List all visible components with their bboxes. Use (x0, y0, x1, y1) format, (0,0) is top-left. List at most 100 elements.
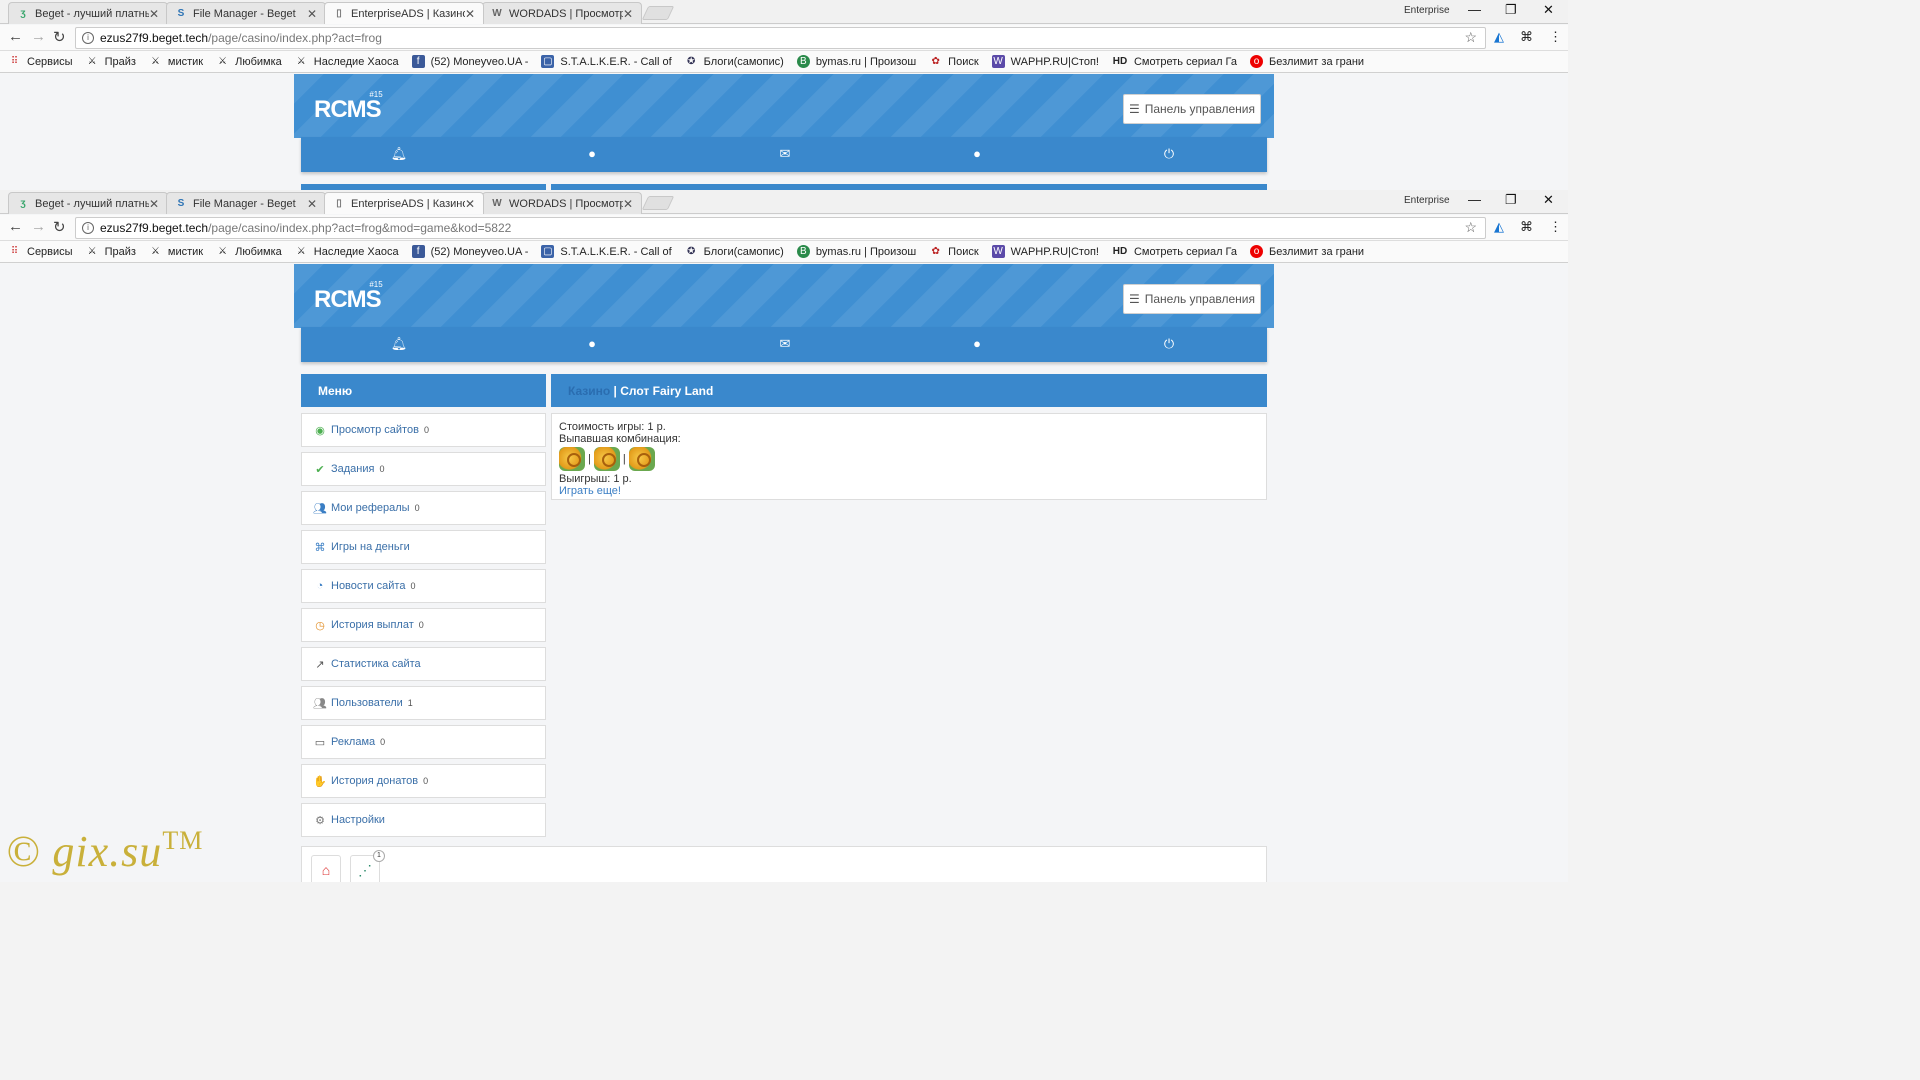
bookmark-item[interactable]: HD Смотреть сериал Га (1112, 245, 1237, 258)
bookmark-item[interactable]: ⚔ мистик (149, 245, 203, 258)
gamepad-ext-icon[interactable]: ⌘ (1520, 219, 1533, 235)
forward-icon[interactable]: → (31, 28, 46, 45)
bookmark-item[interactable]: o Безлимит за грани (1250, 245, 1364, 258)
bookmark-item[interactable]: ⚔ Любимка (216, 55, 282, 68)
menu-item-news[interactable]: ◔ Новости сайта 0 (301, 569, 546, 603)
close-window-icon[interactable]: ✕ (1543, 192, 1554, 208)
bookmark-item[interactable]: ▢ S.T.A.L.K.E.R. - Call of (541, 245, 672, 258)
info-icon[interactable]: i (82, 222, 94, 234)
reload-icon[interactable]: ↻ (53, 218, 66, 236)
menu-item-view-sites[interactable]: ◉ Просмотр сайтов 0 (301, 413, 546, 447)
gamepad-ext-icon[interactable]: ⌘ (1520, 29, 1533, 45)
bookmark-star-icon[interactable]: ☆ (1464, 219, 1477, 236)
menu-item-referrals[interactable]: 👥︎ Мои рефералы 0 (301, 491, 546, 525)
close-icon[interactable]: ✕ (149, 197, 159, 211)
swords-icon: ⚔ (218, 246, 228, 257)
power-icon[interactable]: ⏻ (1159, 146, 1179, 162)
control-panel-button[interactable]: ☰ Панель управления (1123, 94, 1261, 124)
close-icon[interactable]: ✕ (149, 7, 159, 21)
new-tab-button[interactable] (641, 6, 675, 20)
new-tab-button[interactable] (641, 196, 675, 210)
close-icon[interactable]: ✕ (623, 197, 633, 211)
bookmark-item[interactable]: ✿ Поиск (929, 245, 978, 258)
bell-icon[interactable]: 🔔︎ (389, 336, 409, 352)
reload-icon[interactable]: ↻ (53, 28, 66, 46)
breadcrumb-casino[interactable]: Казино (568, 384, 610, 398)
bookmark-item[interactable]: o Безлимит за грани (1250, 55, 1364, 68)
menu-dots-icon[interactable]: ⋮ (1549, 219, 1562, 235)
bookmark-item[interactable]: ✿ Поиск (929, 55, 978, 68)
bookmark-item[interactable]: ⚔ Наследие Хаоса (295, 245, 399, 258)
extension-icon[interactable]: ◭ (1494, 219, 1504, 235)
restore-icon[interactable]: ❐ (1505, 192, 1517, 208)
close-icon[interactable]: ✕ (465, 197, 475, 211)
bookmark-item[interactable]: ⚔ мистик (149, 55, 203, 68)
back-icon[interactable]: ← (8, 28, 23, 45)
site-logo[interactable]: RCMS #15 (314, 90, 383, 124)
menu-item-ads[interactable]: ▭ Реклама 0 (301, 725, 546, 759)
browser-window-top: ʒ Beget - лучший платный ✕ S File Manager -… (0, 0, 1568, 190)
site-logo[interactable]: RCMS #15 (314, 280, 383, 314)
bookmark-item[interactable]: ▢ S.T.A.L.K.E.R. - Call of (541, 55, 672, 68)
address-bar[interactable]: i ezus27f9.beget.tech/page/casino/index.… (75, 217, 1486, 239)
control-panel-button[interactable]: ☰ Панель управления (1123, 284, 1261, 314)
restore-icon[interactable]: ❐ (1505, 2, 1517, 18)
menu-item-stats[interactable]: ↗ Статистика сайта (301, 647, 546, 681)
hd-icon: HD (1112, 246, 1128, 257)
bookmark-item[interactable]: HD Смотреть сериал Га (1112, 55, 1237, 68)
menu-item-payouts[interactable]: ◷ История выплат 0 (301, 608, 546, 642)
minimize-icon[interactable]: — (1468, 2, 1481, 17)
chat-icon[interactable]: ● (967, 336, 987, 351)
bookmark-item[interactable]: f (52) Moneyveo.UA - (411, 245, 528, 258)
tab-file-manager[interactable]: S File Manager - Beget ✕ (166, 2, 326, 24)
tab-beget[interactable]: ʒ Beget - лучший платный ✕ (8, 2, 168, 24)
bookmark-item[interactable]: ⚔ Прайз (86, 55, 136, 68)
back-icon[interactable]: ← (8, 218, 23, 235)
user-icon[interactable]: ● (582, 336, 602, 351)
user-icon[interactable]: ● (582, 146, 602, 161)
bookmark-item[interactable]: ⚔ Прайз (86, 245, 136, 258)
play-again-link[interactable]: Играть еще! (559, 485, 621, 497)
tab-wordads[interactable]: W WORDADS | Просмотр т ✕ (482, 192, 642, 214)
tab-beget[interactable]: ʒ Beget - лучший платный ✕ (8, 192, 168, 214)
bookmark-item[interactable]: Bbymas.ru | Произош (796, 245, 916, 258)
bookmark-star-icon[interactable]: ☆ (1464, 29, 1477, 46)
bookmark-item[interactable]: ✪ Блоги(самопис) (685, 245, 784, 258)
bookmark-item[interactable]: ⚔ Любимка (216, 245, 282, 258)
extension-icon[interactable]: ◭ (1494, 29, 1504, 45)
close-icon[interactable]: ✕ (307, 7, 317, 21)
bookmark-item[interactable]: ⠿ Сервисы (8, 245, 73, 258)
chat-icon[interactable]: ● (967, 146, 987, 161)
menu-item-tasks[interactable]: ✔ Задания 0 (301, 452, 546, 486)
forward-icon[interactable]: → (31, 218, 46, 235)
bookmark-item[interactable]: ✪ Блоги(самопис) (685, 55, 784, 68)
bookmark-item[interactable]: ⠿ Сервисы (8, 55, 73, 68)
tab-wordads[interactable]: W WORDADS | Просмотр т ✕ (482, 2, 642, 24)
power-icon[interactable]: ⏻ (1159, 336, 1179, 352)
tab-casino[interactable]: ▯ EnterpriseADS | Казино ✕ (324, 2, 484, 24)
menu-dots-icon[interactable]: ⋮ (1549, 29, 1562, 45)
signal-icon[interactable]: ⋰ 1 (350, 850, 385, 882)
bookmark-item[interactable]: W WAPHP.RU|Стоп! (991, 55, 1099, 68)
bookmark-item[interactable]: f (52) Moneyveo.UA - (411, 55, 528, 68)
menu-item-users[interactable]: 👥︎ Пользователи 1 (301, 686, 546, 720)
minimize-icon[interactable]: — (1468, 192, 1481, 207)
home-icon[interactable]: ⌂ (311, 855, 341, 882)
menu-item-games[interactable]: ⌘ Игры на деньги (301, 530, 546, 564)
close-icon[interactable]: ✕ (465, 7, 475, 21)
bell-icon[interactable]: 🔔︎ (389, 146, 409, 162)
bookmark-item[interactable]: W WAPHP.RU|Стоп! (991, 245, 1099, 258)
bookmark-item[interactable]: Bbymas.ru | Произош (796, 55, 916, 68)
close-icon[interactable]: ✕ (623, 7, 633, 21)
address-bar[interactable]: i ezus27f9.beget.tech/page/casino/index.… (75, 27, 1486, 49)
mail-icon[interactable]: ✉ (775, 146, 795, 162)
menu-item-settings[interactable]: ⚙ Настройки (301, 803, 546, 837)
tab-casino[interactable]: ▯ EnterpriseADS | Казино ✕ (324, 192, 484, 214)
menu-item-donations[interactable]: ✋ История донатов 0 (301, 764, 546, 798)
info-icon[interactable]: i (82, 32, 94, 44)
bookmark-item[interactable]: ⚔ Наследие Хаоса (295, 55, 399, 68)
mail-icon[interactable]: ✉ (775, 336, 795, 352)
close-window-icon[interactable]: ✕ (1543, 2, 1554, 18)
tab-file-manager[interactable]: S File Manager - Beget ✕ (166, 192, 326, 214)
close-icon[interactable]: ✕ (307, 197, 317, 211)
